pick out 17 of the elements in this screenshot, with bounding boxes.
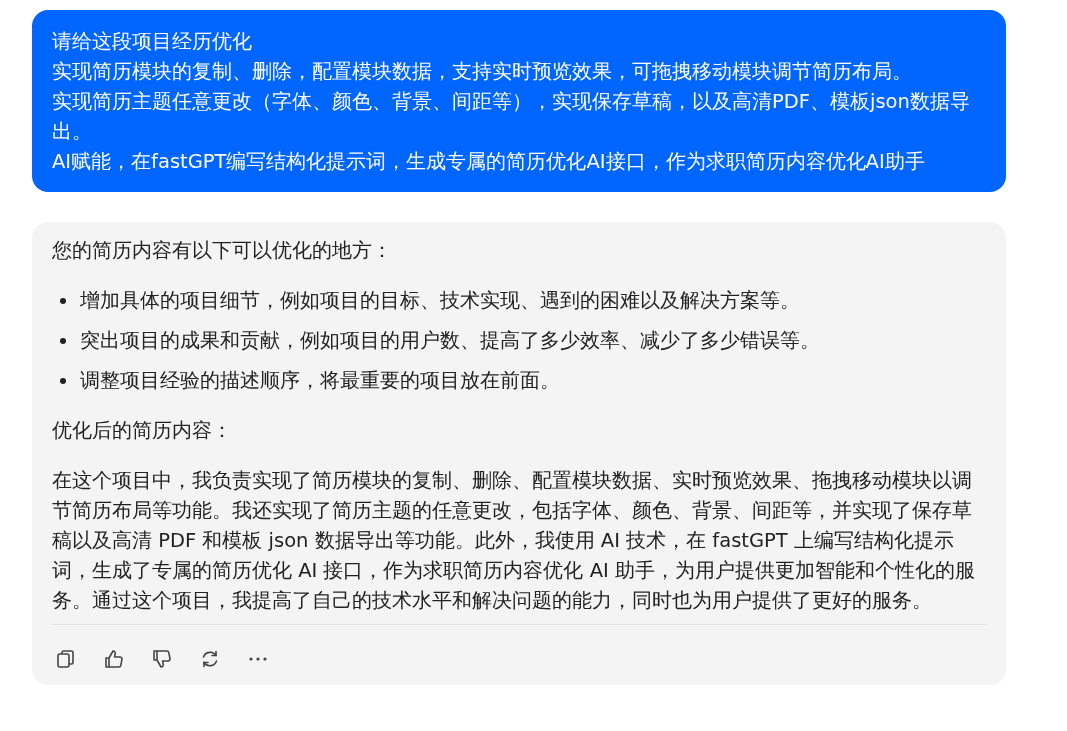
message-text: 实现简历主题任意更改（字体、颜色、背景、间距等），实现保存草稿，以及高清PDF、模板json数据导出。 [52, 89, 971, 145]
reply-intro: 您的简历内容有以下可以优化的地方： [52, 238, 393, 264]
copy-icon [55, 648, 77, 670]
suggestion-text: 增加具体的项目细节，例如项目的目标、技术实现、遇到的困难以及解决方案等。 [80, 288, 800, 314]
message-text: 实现简历模块的复制、删除，配置模块数据，支持实时预览效果，可拖拽移动模块调节简历布局。 [52, 59, 913, 85]
reply-paragraph: 在这个项目中，我负责实现了简历模块的复制、删除、配置模块数据、实时预览效果、拖拽移动模块以调节简历布局等功能。我还实现了简历主题的任意更改，包括字体、颜色、背景、间距等，并实现了保存草稿以及高清 PDF 和模板 json 数据导出等功能。此外，我使用 AI 技术，在 fastGPT 上编写结构化提示词，生成了专属的简历优化 AI 接口，作为求职简历内容优化 AI 助手，为用户提供更加智能和个性化的服务。通过这个项目，我提高了自己的技术水平和解决问题的能力，同时也为用户提供了更好的服务。 [52, 468, 976, 614]
message-text: 请给这段项目经历优化 [52, 29, 253, 55]
message-text: AI赋能，在fastGPT编写结构化提示词，生成专属的简历优化AI接口，作为求职简历内容优化AI助手 [52, 149, 926, 175]
suggestion-text: 突出项目的成果和贡献，例如项目的用户数、提高了多少效率、减少了多少错误等。 [80, 328, 820, 354]
suggestion-text: 调整项目经验的描述顺序，将最重要的项目放在前面。 [80, 368, 560, 394]
thumbs-down-icon [151, 648, 173, 670]
bullet-icon [60, 338, 66, 344]
bullet-icon [60, 298, 66, 304]
more-icon [249, 657, 267, 661]
bullet-icon [60, 378, 66, 384]
thumbs-up-icon [103, 648, 125, 670]
reply-heading: 优化后的简历内容： [52, 418, 233, 444]
